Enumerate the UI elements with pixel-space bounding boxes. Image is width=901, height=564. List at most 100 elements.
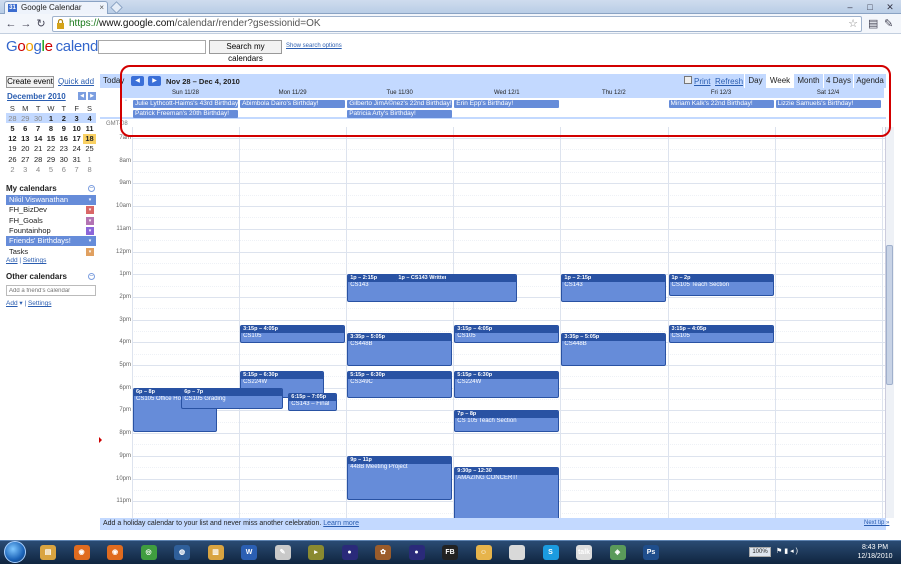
mini-day[interactable]: 28 <box>32 154 45 164</box>
close-tab-icon[interactable]: × <box>99 2 104 14</box>
calendar-event[interactable]: 6p – 7p CS105 Grading <box>181 387 284 410</box>
mini-day[interactable]: 15 <box>45 134 58 144</box>
calendar-color-swatch-icon[interactable]: ▾ <box>86 206 94 215</box>
mini-day[interactable]: 7 <box>70 164 83 174</box>
taskbar-photoshop-icon[interactable]: Ps <box>643 545 659 560</box>
calendar-event[interactable]: 5:15p – 6:30p CS349C <box>347 370 453 399</box>
mini-day[interactable]: 6 <box>57 164 70 174</box>
mini-day[interactable]: 2 <box>6 164 19 174</box>
mini-calendar-month[interactable]: December 2010 <box>7 92 66 101</box>
mini-day[interactable]: 31 <box>70 154 83 164</box>
search-calendars-button[interactable]: Search my calendars <box>209 40 282 63</box>
page-menu-icon[interactable]: ▤ <box>868 17 878 30</box>
calendar-item[interactable]: FH_BizDev ▾ <box>6 205 96 215</box>
search-options-link[interactable]: Show search options <box>286 43 342 49</box>
mini-prev-month-icon[interactable]: ◀ <box>78 92 86 100</box>
mini-day[interactable]: 30 <box>31 113 45 124</box>
taskbar-skype-icon[interactable]: S <box>542 545 559 560</box>
mini-day[interactable]: 6 <box>19 123 32 133</box>
calendar-color-swatch-icon[interactable]: ▾ <box>86 237 94 246</box>
mini-next-month-icon[interactable]: ▶ <box>88 92 96 100</box>
taskbar-eclipse-2-icon[interactable]: ● <box>408 545 425 560</box>
calendar-event[interactable]: 6:15p – 7:05p CS143 – Final <box>288 393 337 412</box>
calendar-event[interactable]: 3:35p – 5:05p CS448B <box>347 332 453 366</box>
taskbar-explorer-icon[interactable]: ▤ <box>40 545 56 560</box>
maximize-icon[interactable]: □ <box>863 1 877 13</box>
start-button[interactable] <box>4 541 26 563</box>
calendar-event[interactable]: 7p – 8p CS 105 Teach Section <box>454 410 560 433</box>
mini-day[interactable]: 21 <box>32 144 45 154</box>
week-time-grid[interactable]: 7am 8am 9am 10am 11am 12pm 1pm 2pm 3pm 4pm 5pm 6pm 7… <box>100 127 885 518</box>
mini-day[interactable]: 1 <box>83 154 96 164</box>
mini-day[interactable]: 17 <box>70 134 83 144</box>
calendar-event[interactable]: 3:35p – 5:05p CS448B <box>561 332 667 366</box>
taskbar-chrome-icon[interactable]: ◎ <box>140 545 157 560</box>
mini-day[interactable]: 26 <box>6 154 19 164</box>
add-friend-calendar-input[interactable] <box>6 285 96 296</box>
mini-day[interactable]: 24 <box>70 144 83 154</box>
close-window-icon[interactable]: ✕ <box>883 1 897 13</box>
taskbar-app-icon[interactable]: ◈ <box>609 545 626 560</box>
mini-day[interactable]: 7 <box>32 123 45 133</box>
mini-day[interactable]: 1 <box>44 113 58 124</box>
taskbar-network-icon[interactable]: ◍ <box>174 545 190 560</box>
mini-day[interactable]: 19 <box>6 144 19 154</box>
mini-day[interactable]: 2 <box>57 113 71 124</box>
mini-day[interactable]: 29 <box>45 154 58 164</box>
address-bar[interactable]: https://www.google.com/calendar/render?g… <box>52 16 862 32</box>
mini-day[interactable]: 5 <box>6 123 19 133</box>
mini-day[interactable]: 8 <box>83 164 96 174</box>
other-settings-link[interactable]: Settings <box>28 300 52 307</box>
mini-day[interactable]: 10 <box>70 123 83 133</box>
calendar-color-swatch-icon[interactable]: ▾ <box>86 226 94 235</box>
wrench-icon[interactable]: ✎ <box>884 17 893 30</box>
scrollbar-thumb[interactable] <box>886 245 893 385</box>
calendar-item[interactable]: Tasks ▾ <box>6 247 96 257</box>
browser-tab[interactable]: 31 Google Calendar × <box>4 1 108 14</box>
calendar-item[interactable]: FH_Goals ▾ <box>6 216 96 226</box>
calendar-item[interactable]: Friends' Birthdays! ▾ <box>6 236 96 247</box>
quick-add-link[interactable]: Quick add <box>58 77 94 86</box>
taskbar-gtalk-icon[interactable]: talk <box>576 545 592 560</box>
star-icon[interactable]: ☆ <box>848 17 858 31</box>
calendar-color-swatch-icon[interactable]: ▾ <box>86 196 94 204</box>
calendar-event[interactable]: 5:15p – 6:30p CS224W <box>454 370 560 399</box>
mini-day[interactable]: 12 <box>6 134 19 144</box>
taskbar-word-icon[interactable]: W <box>241 545 257 560</box>
calendar-event[interactable]: 9:30p – 12:30 AMAZING CONCERT! <box>454 467 560 518</box>
next-tip-link[interactable]: Next tip » <box>864 520 889 526</box>
mini-day[interactable]: 23 <box>57 144 70 154</box>
tray-zoom-indicator[interactable]: 100% <box>749 547 771 557</box>
calendar-color-swatch-icon[interactable]: ▾ <box>86 216 94 225</box>
mini-day[interactable]: 30 <box>57 154 70 164</box>
calendar-event[interactable]: 9p – 11p 448B Meeting Project <box>347 455 453 501</box>
mini-day[interactable]: 14 <box>32 134 45 144</box>
calendar-item[interactable]: Fountainhop ▾ <box>6 226 96 236</box>
back-arrow-icon[interactable]: ← <box>4 17 18 31</box>
mini-day[interactable]: 4 <box>32 164 45 174</box>
google-calendar-logo[interactable]: Google calendar <box>6 38 111 55</box>
mini-day[interactable]: 22 <box>45 144 58 154</box>
create-event-button[interactable]: Create event <box>6 76 54 88</box>
mini-day[interactable]: 4 <box>83 113 96 124</box>
calendar-event[interactable]: 1p – 2:15p CS143 <box>561 274 667 302</box>
taskbar-firefox-2-icon[interactable]: ◉ <box>107 545 123 560</box>
collapse-my-calendars-icon[interactable]: – <box>88 185 95 192</box>
taskbar-media-icon[interactable]: ✿ <box>375 545 391 560</box>
forward-arrow-icon[interactable]: → <box>19 17 33 31</box>
mini-day[interactable]: 8 <box>45 123 58 133</box>
other-calendars-title[interactable]: Other calendars <box>6 272 67 281</box>
taskbar-messenger-icon[interactable]: ☺ <box>475 545 492 560</box>
calendar-event[interactable]: 3:15p – 4:05p CS105 <box>240 325 346 344</box>
calendar-event[interactable]: 1p – 2p CS105 Teach Section <box>668 274 774 296</box>
mini-day[interactable]: 28 <box>6 113 19 124</box>
mini-day[interactable]: 25 <box>83 144 96 154</box>
taskbar-blank-icon[interactable] <box>509 545 525 560</box>
taskbar-firefox-icon[interactable]: ◉ <box>73 545 90 560</box>
mini-day[interactable]: 13 <box>19 134 32 144</box>
mini-day[interactable]: 27 <box>19 154 32 164</box>
reload-icon[interactable]: ↻ <box>34 17 48 31</box>
mini-day[interactable]: 5 <box>45 164 58 174</box>
calendar-event[interactable]: 3:15p – 4:05p CS105 <box>668 325 774 344</box>
taskbar-eclipse-icon[interactable]: ● <box>341 545 358 560</box>
